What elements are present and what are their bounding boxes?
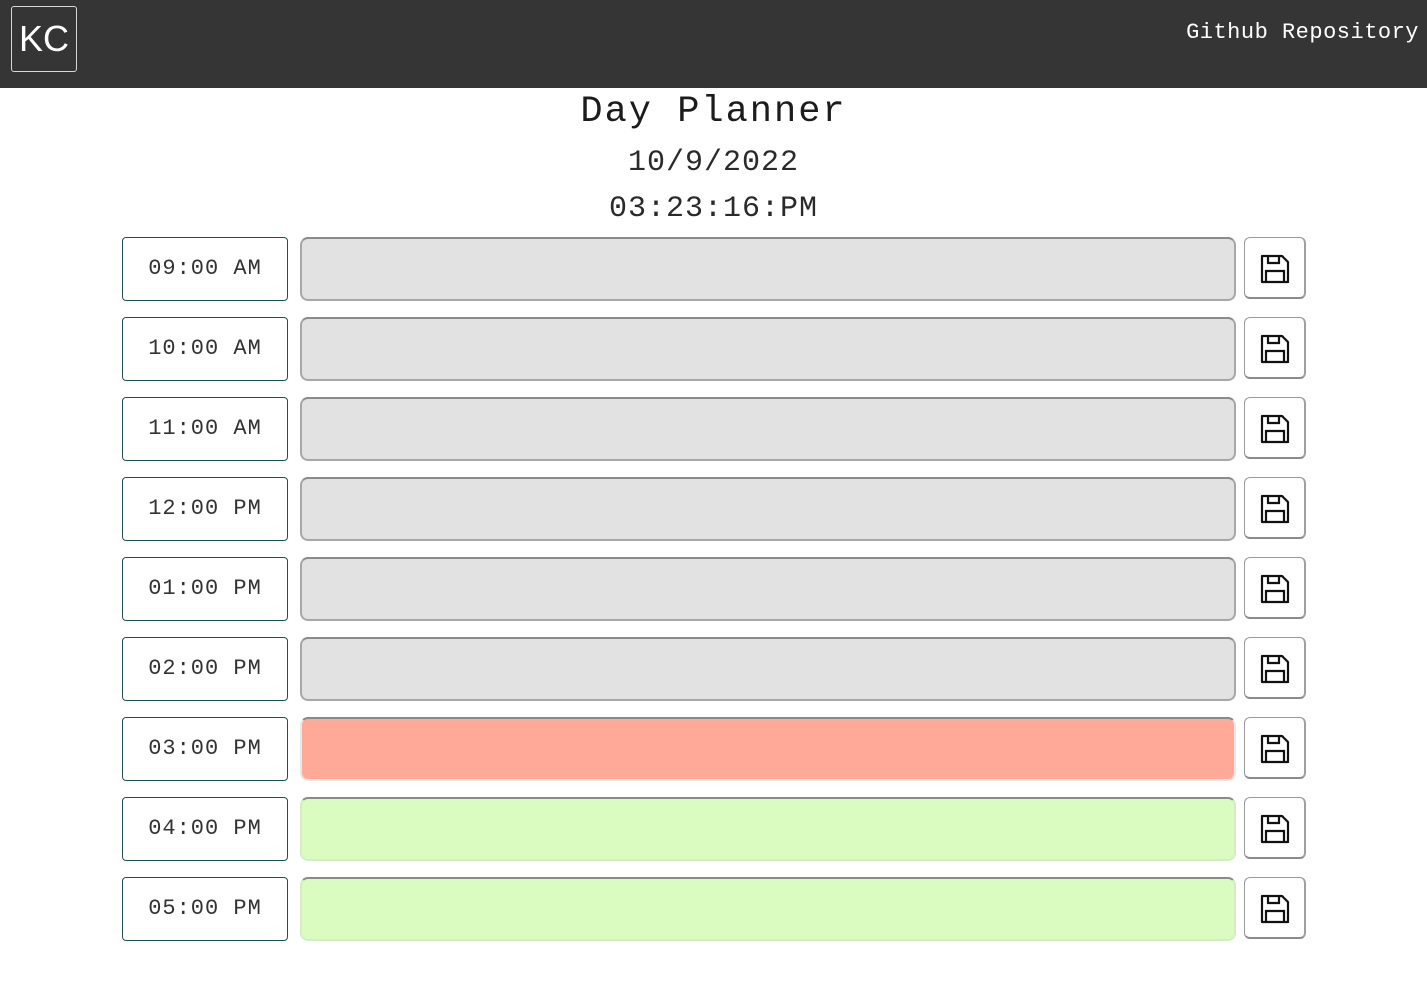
- save-button[interactable]: [1244, 637, 1306, 699]
- logo[interactable]: KC: [11, 6, 77, 72]
- task-input[interactable]: [300, 477, 1236, 541]
- save-button[interactable]: [1244, 557, 1306, 619]
- schedule-list: 09:00 AM 10:00 AM 11:00 AM 12:00 PM 01:0…: [122, 237, 1308, 957]
- floppy-disk-icon: [1260, 414, 1290, 444]
- floppy-disk-icon: [1260, 254, 1290, 284]
- task-input[interactable]: [300, 237, 1236, 301]
- floppy-disk-icon: [1260, 814, 1290, 844]
- current-time: 03:23:16:PM: [608, 192, 819, 226]
- time-block-row: 02:00 PM: [122, 637, 1308, 701]
- floppy-disk-icon: [1260, 734, 1290, 764]
- task-input[interactable]: [300, 637, 1236, 701]
- time-block-row: 05:00 PM: [122, 877, 1308, 941]
- task-input[interactable]: [300, 557, 1236, 621]
- save-button[interactable]: [1244, 397, 1306, 459]
- time-block-row: 11:00 AM: [122, 397, 1308, 461]
- floppy-disk-icon: [1260, 654, 1290, 684]
- hour-label: 05:00 PM: [122, 877, 288, 941]
- time-block-row: 10:00 AM: [122, 317, 1308, 381]
- current-date: 10/9/2022: [627, 146, 800, 180]
- floppy-disk-icon: [1260, 334, 1290, 364]
- time-block-row: 04:00 PM: [122, 797, 1308, 861]
- task-input[interactable]: [300, 317, 1236, 381]
- save-button[interactable]: [1244, 877, 1306, 939]
- time-block-row: 12:00 PM: [122, 477, 1308, 541]
- time-block-row: 03:00 PM: [122, 717, 1308, 781]
- task-input[interactable]: [300, 877, 1236, 941]
- hour-label: 12:00 PM: [122, 477, 288, 541]
- task-input[interactable]: [300, 797, 1236, 861]
- save-button[interactable]: [1244, 717, 1306, 779]
- time-block-row: 09:00 AM: [122, 237, 1308, 301]
- hour-label: 09:00 AM: [122, 237, 288, 301]
- save-button[interactable]: [1244, 477, 1306, 539]
- hour-label: 10:00 AM: [122, 317, 288, 381]
- hour-label: 04:00 PM: [122, 797, 288, 861]
- page-title: Day Planner: [580, 91, 847, 133]
- github-repository-link[interactable]: Github Repository: [1186, 20, 1419, 45]
- save-button[interactable]: [1244, 237, 1306, 299]
- floppy-disk-icon: [1260, 494, 1290, 524]
- hour-label: 03:00 PM: [122, 717, 288, 781]
- task-input[interactable]: [300, 397, 1236, 461]
- floppy-disk-icon: [1260, 574, 1290, 604]
- hour-label: 02:00 PM: [122, 637, 288, 701]
- save-button[interactable]: [1244, 317, 1306, 379]
- task-input[interactable]: [300, 717, 1236, 781]
- hour-label: 11:00 AM: [122, 397, 288, 461]
- floppy-disk-icon: [1260, 894, 1290, 924]
- navbar: KC Github Repository: [0, 0, 1427, 88]
- hour-label: 01:00 PM: [122, 557, 288, 621]
- save-button[interactable]: [1244, 797, 1306, 859]
- time-block-row: 01:00 PM: [122, 557, 1308, 621]
